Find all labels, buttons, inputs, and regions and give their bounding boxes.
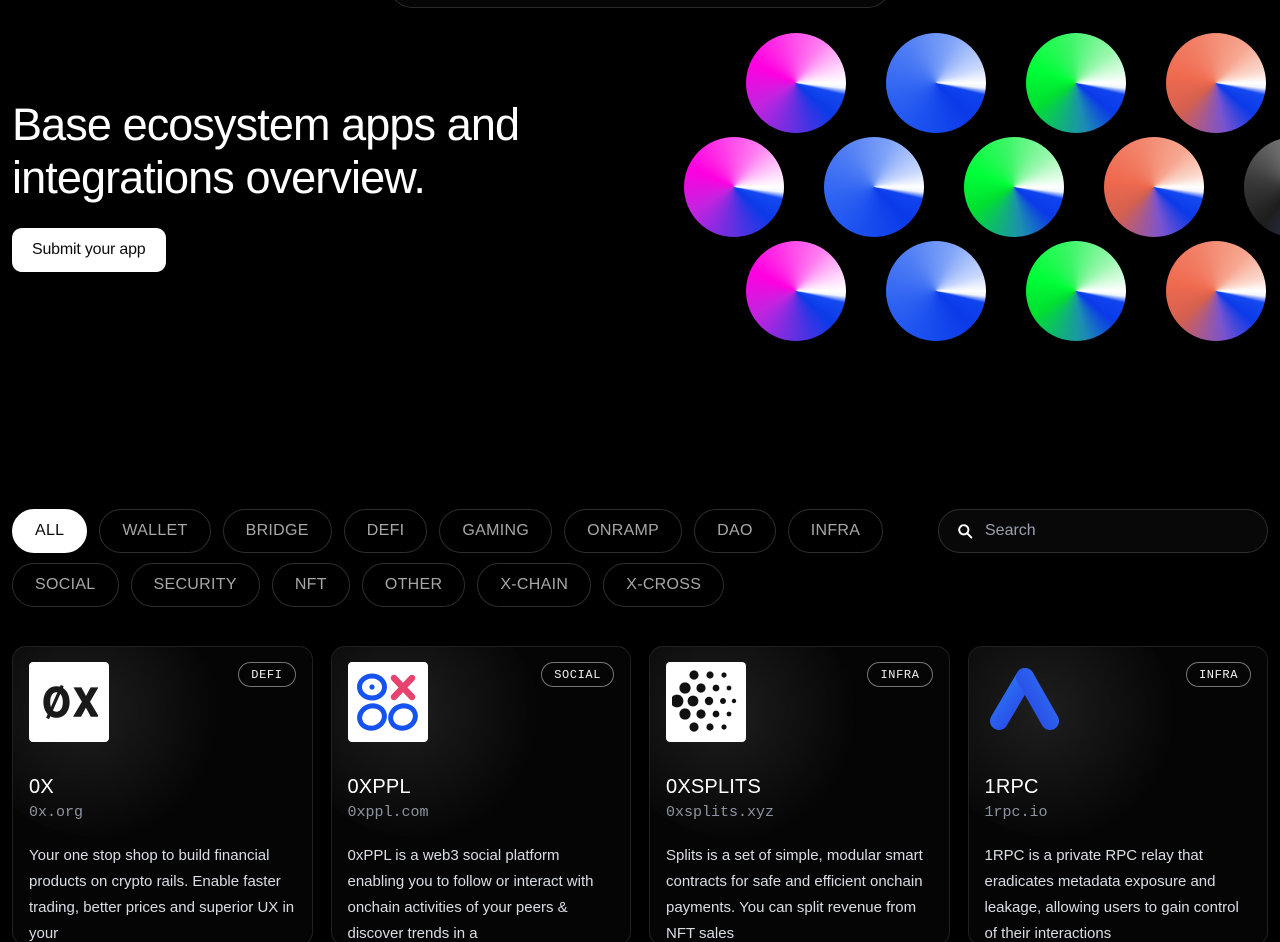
card-body: 1RPC 1rpc.io 1RPC is a private RPC relay…: [969, 742, 1268, 942]
circle-row-3: [746, 241, 1266, 341]
filter-pill-other[interactable]: OTHER: [361, 563, 466, 607]
category-badge: INFRA: [867, 662, 933, 687]
card-body: 0X 0x.org Your one stop shop to build fi…: [13, 742, 312, 942]
filter-pill-x-chain[interactable]: X-CHAIN: [477, 563, 592, 607]
app-name: 0XSPLITS: [666, 776, 761, 798]
card-body: 0XPPL 0xppl.com 0xPPL is a web3 social p…: [332, 742, 631, 942]
app-card-grid: DEFI 0X 0x.org Your one stop shop to bui…: [12, 646, 1268, 942]
conic-circle-green: [1026, 241, 1126, 341]
conic-circle-blue: [886, 33, 986, 133]
filter-pill-all[interactable]: ALL: [12, 509, 88, 553]
page-title: Base ecosystem apps and integrations ove…: [12, 99, 520, 203]
conic-circle-salmon: [1166, 241, 1266, 341]
app-description: Splits is a set of simple, modular smart…: [666, 847, 923, 942]
category-badge: SOCIAL: [541, 662, 614, 687]
filter-pill-defi[interactable]: DEFI: [343, 509, 428, 553]
app-url[interactable]: 0xppl.com: [348, 804, 615, 821]
app-description: 0xPPL is a web3 social platform enabling…: [347, 847, 594, 942]
filter-pill-infra[interactable]: INFRA: [787, 509, 884, 553]
search-box[interactable]: [938, 509, 1268, 553]
search-icon: [957, 523, 973, 539]
conic-circle-magenta: [746, 33, 846, 133]
0xppl-logo: [347, 662, 428, 742]
filter-pill-bridge[interactable]: BRIDGE: [222, 509, 332, 553]
conic-circle-green: [964, 137, 1064, 237]
0x-logo: [29, 662, 109, 742]
conic-circle-magenta: [746, 241, 846, 341]
app-card[interactable]: SOCIAL 0XPPL 0xppl.com 0xPPL is a web3 s…: [330, 646, 631, 942]
app-url[interactable]: 0x.org: [29, 804, 296, 821]
conic-circle-blue: [886, 241, 986, 341]
hero-section: Base ecosystem apps and integrations ove…: [0, 0, 1280, 470]
card-header: SOCIAL: [332, 647, 631, 742]
app-description: Your one stop shop to build financial pr…: [29, 847, 295, 942]
app-description: 1RPC is a private RPC relay that eradica…: [984, 847, 1239, 942]
filter-row-1: ALL WALLET BRIDGE DEFI GAMING ONRAMP DAO INFRA: [12, 509, 912, 553]
filter-pill-gaming[interactable]: GAMING: [439, 509, 553, 553]
app-name: 0X: [29, 776, 54, 798]
conic-circle-green: [1026, 33, 1126, 133]
filter-pill-nft[interactable]: NFT: [271, 563, 350, 607]
app-card[interactable]: INFRA 0XSPLITS 0xsplits.xyz Splits is a …: [649, 646, 950, 942]
conic-circle-gray: [1244, 137, 1280, 237]
page-root: Base ecosystem apps and integrations ove…: [0, 0, 1280, 942]
app-url[interactable]: 1rpc.io: [985, 804, 1252, 821]
filter-pill-security[interactable]: SECURITY: [130, 563, 260, 607]
app-name: 0XPPL: [347, 776, 411, 798]
filter-pill-onramp[interactable]: ONRAMP: [564, 509, 683, 553]
category-badge: INFRA: [1185, 662, 1251, 687]
app-name: 1RPC: [984, 776, 1039, 798]
conic-circle-salmon: [1104, 137, 1204, 237]
conic-circle-blue: [824, 137, 924, 237]
card-header: DEFI: [13, 647, 312, 742]
card-header: INFRA: [650, 647, 949, 742]
filter-pill-wallet[interactable]: WALLET: [99, 509, 211, 553]
search-input[interactable]: [985, 510, 1249, 552]
category-badge: DEFI: [238, 662, 296, 687]
card-body: 0XSPLITS 0xsplits.xyz Splits is a set of…: [650, 742, 949, 942]
app-url[interactable]: 0xsplits.xyz: [666, 804, 933, 821]
filter-pill-social[interactable]: SOCIAL: [12, 563, 119, 607]
filter-pill-dao[interactable]: DAO: [694, 509, 776, 553]
conic-circle-magenta: [684, 137, 784, 237]
filter-row-2: SOCIAL SECURITY NFT OTHER X-CHAIN X-CROSS: [12, 563, 912, 607]
hero-text-block: Base ecosystem apps and integrations ove…: [12, 98, 572, 272]
1rpc-logo: [985, 662, 1065, 742]
circle-row-2: [684, 137, 1280, 237]
hero-circle-cluster: [672, 20, 1280, 360]
filter-pill-rows: ALL WALLET BRIDGE DEFI GAMING ONRAMP DAO INFRA …: [12, 509, 912, 617]
card-header: INFRA: [969, 647, 1268, 742]
app-card[interactable]: DEFI 0X 0x.org Your one stop shop to bui…: [12, 646, 313, 942]
conic-circle-salmon: [1166, 33, 1266, 133]
splits-logo: [666, 662, 746, 742]
filter-pill-x-cross[interactable]: X-CROSS: [603, 563, 725, 607]
submit-your-app-button[interactable]: Submit your app: [12, 228, 166, 272]
app-card[interactable]: INFRA 1RPC 1rpc.io 1RPC is a private RPC…: [967, 646, 1268, 942]
circle-row-1: [746, 33, 1266, 133]
